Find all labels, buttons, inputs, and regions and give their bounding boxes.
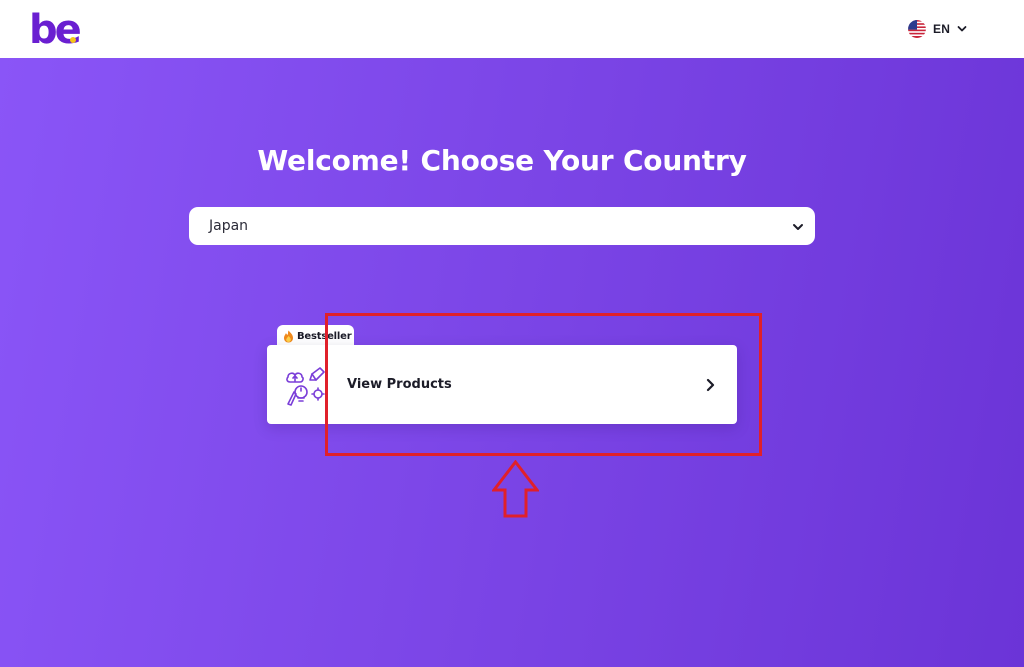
country-select-value: Japan bbox=[209, 218, 249, 234]
bestseller-badge: Bestseller bbox=[277, 325, 354, 347]
chevron-down-icon bbox=[793, 224, 803, 230]
page: be EN Welcome! Choose Your Country Japan… bbox=[0, 0, 1024, 667]
language-selector[interactable]: EN bbox=[908, 19, 967, 39]
badge-label: Bestseller bbox=[297, 330, 352, 342]
logo-text: be bbox=[29, 7, 81, 50]
us-flag-icon bbox=[908, 20, 926, 38]
view-products-card[interactable]: View Products bbox=[267, 345, 737, 424]
top-header: be EN bbox=[0, 0, 1024, 59]
flame-icon bbox=[284, 330, 293, 342]
view-products-label: View Products bbox=[347, 377, 452, 392]
language-code: EN bbox=[933, 22, 951, 36]
page-title: Welcome! Choose Your Country bbox=[257, 144, 747, 177]
country-select[interactable]: Japan bbox=[189, 207, 815, 245]
product-illustration-icon bbox=[286, 367, 325, 406]
be-logo[interactable]: be bbox=[29, 6, 85, 50]
chevron-right-icon bbox=[706, 378, 715, 392]
chevron-down-icon bbox=[957, 26, 967, 32]
